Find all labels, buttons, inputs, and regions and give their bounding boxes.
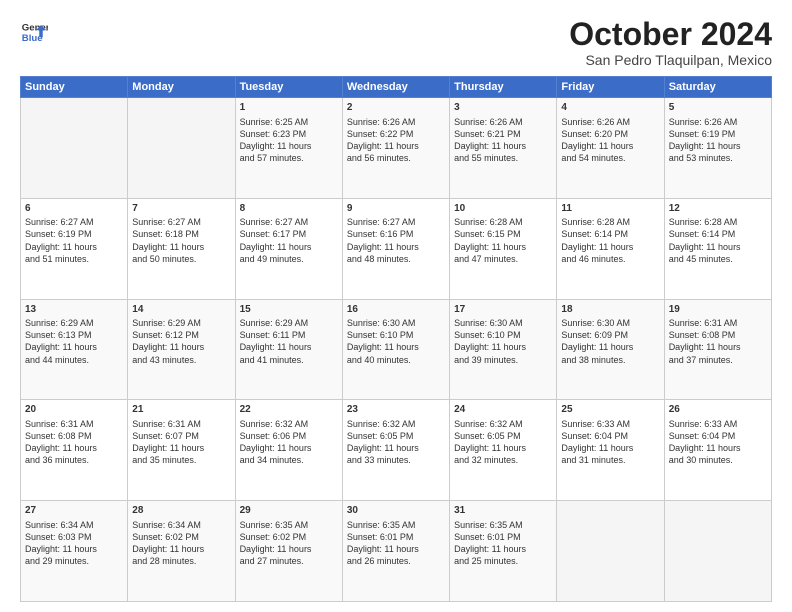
- day-header-sunday: Sunday: [21, 77, 128, 98]
- day-number: 31: [454, 504, 552, 518]
- day-number: 2: [347, 101, 445, 115]
- day-header-monday: Monday: [128, 77, 235, 98]
- day-number: 7: [132, 202, 230, 216]
- svg-text:General: General: [22, 22, 48, 33]
- day-number: 17: [454, 303, 552, 317]
- day-number: 3: [454, 101, 552, 115]
- calendar-cell: 3Sunrise: 6:26 AMSunset: 6:21 PMDaylight…: [450, 98, 557, 199]
- calendar-cell: 4Sunrise: 6:26 AMSunset: 6:20 PMDaylight…: [557, 98, 664, 199]
- calendar-week-5: 27Sunrise: 6:34 AMSunset: 6:03 PMDayligh…: [21, 501, 772, 602]
- calendar-cell: [21, 98, 128, 199]
- logo-icon: General Blue: [20, 18, 48, 46]
- day-number: 8: [240, 202, 338, 216]
- calendar-cell: 19Sunrise: 6:31 AMSunset: 6:08 PMDayligh…: [664, 299, 771, 400]
- day-number: 30: [347, 504, 445, 518]
- calendar-cell: 17Sunrise: 6:30 AMSunset: 6:10 PMDayligh…: [450, 299, 557, 400]
- day-header-tuesday: Tuesday: [235, 77, 342, 98]
- calendar-cell: 9Sunrise: 6:27 AMSunset: 6:16 PMDaylight…: [342, 198, 449, 299]
- calendar-cell: 1Sunrise: 6:25 AMSunset: 6:23 PMDaylight…: [235, 98, 342, 199]
- calendar-week-1: 1Sunrise: 6:25 AMSunset: 6:23 PMDaylight…: [21, 98, 772, 199]
- calendar-cell: 5Sunrise: 6:26 AMSunset: 6:19 PMDaylight…: [664, 98, 771, 199]
- day-header-friday: Friday: [557, 77, 664, 98]
- calendar-header-row: SundayMondayTuesdayWednesdayThursdayFrid…: [21, 77, 772, 98]
- location: San Pedro Tlaquilpan, Mexico: [569, 52, 772, 68]
- calendar-cell: [664, 501, 771, 602]
- calendar-cell: 21Sunrise: 6:31 AMSunset: 6:07 PMDayligh…: [128, 400, 235, 501]
- day-number: 6: [25, 202, 123, 216]
- header: General Blue October 2024 San Pedro Tlaq…: [20, 18, 772, 68]
- logo: General Blue: [20, 18, 48, 46]
- day-header-saturday: Saturday: [664, 77, 771, 98]
- day-header-wednesday: Wednesday: [342, 77, 449, 98]
- day-number: 22: [240, 403, 338, 417]
- calendar-cell: 24Sunrise: 6:32 AMSunset: 6:05 PMDayligh…: [450, 400, 557, 501]
- day-number: 21: [132, 403, 230, 417]
- page: General Blue October 2024 San Pedro Tlaq…: [0, 0, 792, 612]
- day-number: 11: [561, 202, 659, 216]
- day-number: 29: [240, 504, 338, 518]
- day-number: 27: [25, 504, 123, 518]
- calendar-cell: [128, 98, 235, 199]
- calendar-cell: 27Sunrise: 6:34 AMSunset: 6:03 PMDayligh…: [21, 501, 128, 602]
- calendar-cell: 2Sunrise: 6:26 AMSunset: 6:22 PMDaylight…: [342, 98, 449, 199]
- calendar-cell: 13Sunrise: 6:29 AMSunset: 6:13 PMDayligh…: [21, 299, 128, 400]
- day-number: 26: [669, 403, 767, 417]
- calendar-cell: 10Sunrise: 6:28 AMSunset: 6:15 PMDayligh…: [450, 198, 557, 299]
- calendar-cell: 16Sunrise: 6:30 AMSunset: 6:10 PMDayligh…: [342, 299, 449, 400]
- calendar-body: 1Sunrise: 6:25 AMSunset: 6:23 PMDaylight…: [21, 98, 772, 602]
- day-number: 4: [561, 101, 659, 115]
- day-header-thursday: Thursday: [450, 77, 557, 98]
- day-number: 1: [240, 101, 338, 115]
- day-number: 18: [561, 303, 659, 317]
- day-number: 10: [454, 202, 552, 216]
- day-number: 23: [347, 403, 445, 417]
- calendar-cell: 28Sunrise: 6:34 AMSunset: 6:02 PMDayligh…: [128, 501, 235, 602]
- calendar-week-2: 6Sunrise: 6:27 AMSunset: 6:19 PMDaylight…: [21, 198, 772, 299]
- calendar-cell: 26Sunrise: 6:33 AMSunset: 6:04 PMDayligh…: [664, 400, 771, 501]
- calendar-cell: 15Sunrise: 6:29 AMSunset: 6:11 PMDayligh…: [235, 299, 342, 400]
- calendar-week-3: 13Sunrise: 6:29 AMSunset: 6:13 PMDayligh…: [21, 299, 772, 400]
- calendar-cell: 8Sunrise: 6:27 AMSunset: 6:17 PMDaylight…: [235, 198, 342, 299]
- calendar-cell: 20Sunrise: 6:31 AMSunset: 6:08 PMDayligh…: [21, 400, 128, 501]
- calendar-cell: 12Sunrise: 6:28 AMSunset: 6:14 PMDayligh…: [664, 198, 771, 299]
- calendar-cell: 25Sunrise: 6:33 AMSunset: 6:04 PMDayligh…: [557, 400, 664, 501]
- calendar-cell: 7Sunrise: 6:27 AMSunset: 6:18 PMDaylight…: [128, 198, 235, 299]
- day-number: 14: [132, 303, 230, 317]
- day-number: 5: [669, 101, 767, 115]
- calendar-cell: 29Sunrise: 6:35 AMSunset: 6:02 PMDayligh…: [235, 501, 342, 602]
- calendar-table: SundayMondayTuesdayWednesdayThursdayFrid…: [20, 76, 772, 602]
- calendar-cell: 18Sunrise: 6:30 AMSunset: 6:09 PMDayligh…: [557, 299, 664, 400]
- calendar-cell: 31Sunrise: 6:35 AMSunset: 6:01 PMDayligh…: [450, 501, 557, 602]
- day-number: 12: [669, 202, 767, 216]
- calendar-cell: 30Sunrise: 6:35 AMSunset: 6:01 PMDayligh…: [342, 501, 449, 602]
- title-block: October 2024 San Pedro Tlaquilpan, Mexic…: [569, 18, 772, 68]
- calendar-cell: 23Sunrise: 6:32 AMSunset: 6:05 PMDayligh…: [342, 400, 449, 501]
- day-number: 15: [240, 303, 338, 317]
- calendar-cell: 11Sunrise: 6:28 AMSunset: 6:14 PMDayligh…: [557, 198, 664, 299]
- day-number: 9: [347, 202, 445, 216]
- day-number: 24: [454, 403, 552, 417]
- calendar-cell: 6Sunrise: 6:27 AMSunset: 6:19 PMDaylight…: [21, 198, 128, 299]
- day-number: 16: [347, 303, 445, 317]
- day-number: 25: [561, 403, 659, 417]
- day-number: 13: [25, 303, 123, 317]
- month-title: October 2024: [569, 18, 772, 50]
- calendar-cell: 22Sunrise: 6:32 AMSunset: 6:06 PMDayligh…: [235, 400, 342, 501]
- calendar-week-4: 20Sunrise: 6:31 AMSunset: 6:08 PMDayligh…: [21, 400, 772, 501]
- calendar-cell: [557, 501, 664, 602]
- day-number: 19: [669, 303, 767, 317]
- day-number: 20: [25, 403, 123, 417]
- day-number: 28: [132, 504, 230, 518]
- calendar-cell: 14Sunrise: 6:29 AMSunset: 6:12 PMDayligh…: [128, 299, 235, 400]
